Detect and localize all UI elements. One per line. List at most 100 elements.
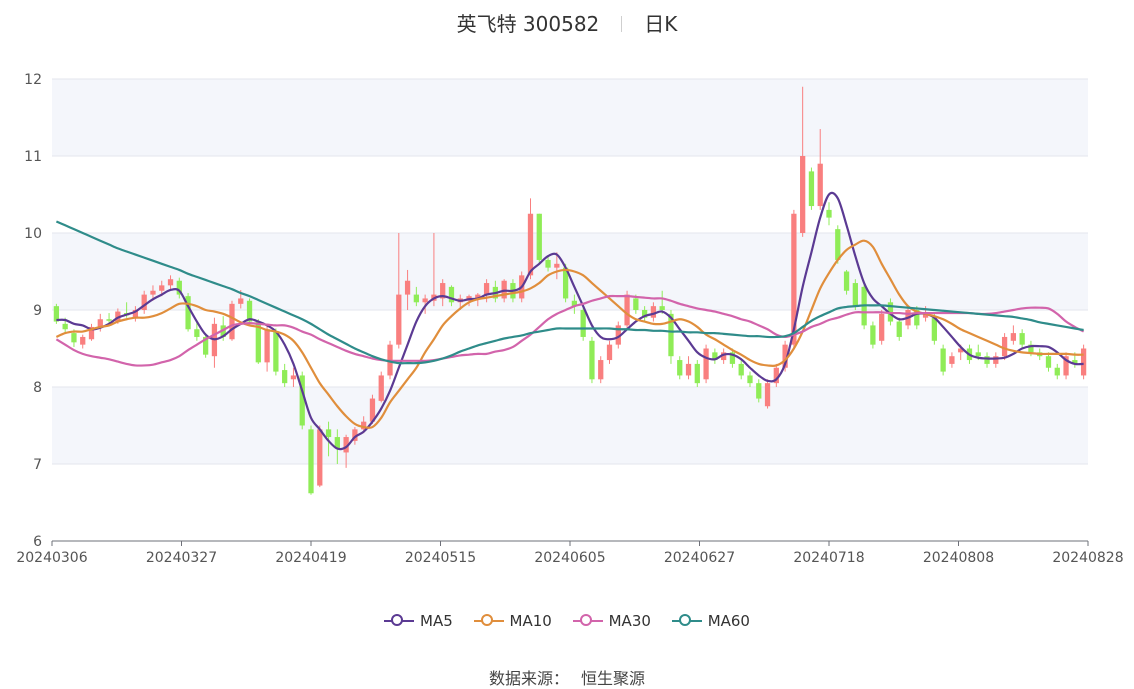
candle-body xyxy=(308,429,314,494)
candle-body xyxy=(949,356,955,364)
candle-body xyxy=(554,263,560,268)
y-tick-label: 8 xyxy=(33,380,42,396)
candle-body xyxy=(317,429,323,486)
candle-body xyxy=(483,283,490,295)
x-tick-label: 20240515 xyxy=(405,550,476,566)
legend-item-ma5[interactable]: MA5 xyxy=(384,612,453,630)
x-tick-label: 20240808 xyxy=(923,550,994,566)
y-tick-label: 7 xyxy=(33,457,42,473)
candle-body xyxy=(167,279,174,286)
candle-body xyxy=(545,259,551,268)
candle-body xyxy=(150,290,156,295)
candle-body xyxy=(606,344,613,361)
candle-body xyxy=(413,294,419,303)
y-tick-label: 6 xyxy=(33,534,42,550)
y-tick-label: 12 xyxy=(24,72,42,88)
legend-label-ma10: MA10 xyxy=(509,612,552,630)
candle-body xyxy=(1010,333,1017,341)
legend-label-ma5: MA5 xyxy=(420,612,453,630)
candle-body xyxy=(896,321,902,337)
legend-label-ma60: MA60 xyxy=(707,612,750,630)
candle-body xyxy=(835,229,841,260)
candle-body xyxy=(159,285,165,291)
candle-body xyxy=(290,375,297,380)
candle-body xyxy=(536,213,542,260)
candle-body xyxy=(1080,348,1087,376)
candle-body xyxy=(703,348,709,380)
candle-body xyxy=(1045,356,1052,368)
x-tick-label: 20240605 xyxy=(534,550,605,566)
candle-body xyxy=(589,340,595,380)
candle-body xyxy=(650,306,657,318)
candle-body xyxy=(870,325,876,345)
legend-swatch-ma5 xyxy=(384,614,414,628)
candle-body xyxy=(238,298,244,304)
grid-band xyxy=(52,387,1088,464)
legend-marker-ma60 xyxy=(678,614,691,626)
candle-body xyxy=(396,294,402,345)
legend-swatch-ma10 xyxy=(473,614,504,628)
x-tick-label: 20240627 xyxy=(664,550,735,566)
candle-body xyxy=(677,360,683,376)
candle-body xyxy=(931,317,937,341)
candle-body xyxy=(659,306,665,310)
candle-body xyxy=(106,319,112,321)
candle-body xyxy=(843,271,850,291)
legend-label-ma30: MA30 xyxy=(608,612,651,630)
candle-body xyxy=(378,375,384,401)
legend: MA5 MA10 MA30 MA60 xyxy=(0,612,1134,632)
candle-body xyxy=(62,323,68,330)
kline-chart: 6 7 8 9 10 11 12 20240306 20240327 20240419 202405… xyxy=(16,72,1123,566)
candle-body xyxy=(229,303,235,340)
candle-body xyxy=(852,283,858,307)
x-tick-label: 20240718 xyxy=(793,550,864,566)
candle-body xyxy=(975,352,981,357)
legend-marker-ma30 xyxy=(579,614,592,626)
legend-item-ma30[interactable]: MA30 xyxy=(572,612,651,630)
legend-item-ma60[interactable]: MA60 xyxy=(671,612,750,630)
legend-marker-ma10 xyxy=(480,614,493,626)
candle-body xyxy=(527,213,534,276)
candle-body xyxy=(808,171,815,207)
grid-band xyxy=(52,79,1088,156)
candle-body xyxy=(817,163,823,207)
x-tick-label: 20240419 xyxy=(275,550,346,566)
candle-body xyxy=(1019,333,1025,345)
candle-body xyxy=(940,348,946,372)
y-tick-label: 11 xyxy=(24,149,42,165)
candle-body xyxy=(404,280,411,295)
legend-marker-ma5 xyxy=(391,614,403,626)
candle-body xyxy=(685,363,692,376)
candle-body xyxy=(273,331,279,372)
source-value: 恒生聚源 xyxy=(581,669,646,688)
legend-swatch-ma30 xyxy=(572,614,603,628)
legend-swatch-ma60 xyxy=(671,614,702,628)
candle-body xyxy=(282,370,288,384)
candle-body xyxy=(1054,367,1060,376)
candle-body xyxy=(264,329,270,363)
x-tick-label: 20240306 xyxy=(16,550,87,566)
candle-body xyxy=(325,429,332,438)
candle-body xyxy=(756,383,762,399)
candle-body xyxy=(747,375,753,384)
candle-body xyxy=(598,360,604,380)
candle-body xyxy=(694,363,700,384)
candle-body xyxy=(580,310,586,337)
candle-body xyxy=(826,209,832,218)
candle-body xyxy=(1001,336,1008,357)
source-label: 数据来源： xyxy=(488,669,569,688)
candle-body xyxy=(879,313,885,341)
candle-body xyxy=(194,329,200,337)
data-source: 数据来源： 恒生聚源 xyxy=(0,665,1134,689)
legend-item-ma10[interactable]: MA10 xyxy=(473,612,552,630)
candle-body xyxy=(633,298,639,310)
x-tick-label: 20240828 xyxy=(1052,550,1123,566)
candle-body xyxy=(71,333,77,343)
candle-body xyxy=(624,294,630,326)
y-tick-label: 9 xyxy=(33,303,42,319)
candle-body xyxy=(422,298,428,303)
candle-body xyxy=(80,336,86,345)
candle-body xyxy=(738,363,744,376)
candle-body xyxy=(764,383,771,407)
y-tick-label: 10 xyxy=(24,226,42,242)
